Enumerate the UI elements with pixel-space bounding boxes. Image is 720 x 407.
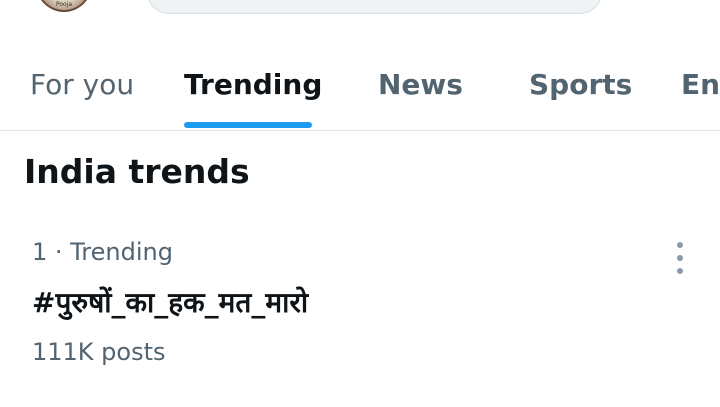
more-vertical-icon[interactable] [664,240,696,276]
tab-news[interactable]: News [378,68,463,101]
section-title: India trends [24,152,250,191]
tab-bar: For you Trending News Sports Ent [0,46,720,131]
top-bar: Pooja [0,0,720,26]
tab-for-you[interactable]: For you [30,68,134,101]
tab-sports[interactable]: Sports [529,68,632,101]
search-input[interactable] [147,0,602,14]
menu-dot [677,242,683,248]
avatar-caption: Pooja [55,1,73,8]
tab-trending[interactable]: Trending [184,68,322,101]
active-tab-indicator [184,122,312,128]
menu-dot [677,268,683,274]
trend-rank-label: 1 · Trending [32,238,173,266]
trend-name[interactable]: #पुरुषों_का_हक_मत_मारो [32,283,308,321]
avatar[interactable]: Pooja [36,0,92,12]
menu-dot [677,255,683,261]
trend-post-count: 111K posts [32,338,166,366]
trend-item[interactable]: 1 · Trending #पुरुषों_का_हक_मत_मारो 111K… [0,228,720,388]
tab-entertainment[interactable]: Ent [681,68,720,101]
